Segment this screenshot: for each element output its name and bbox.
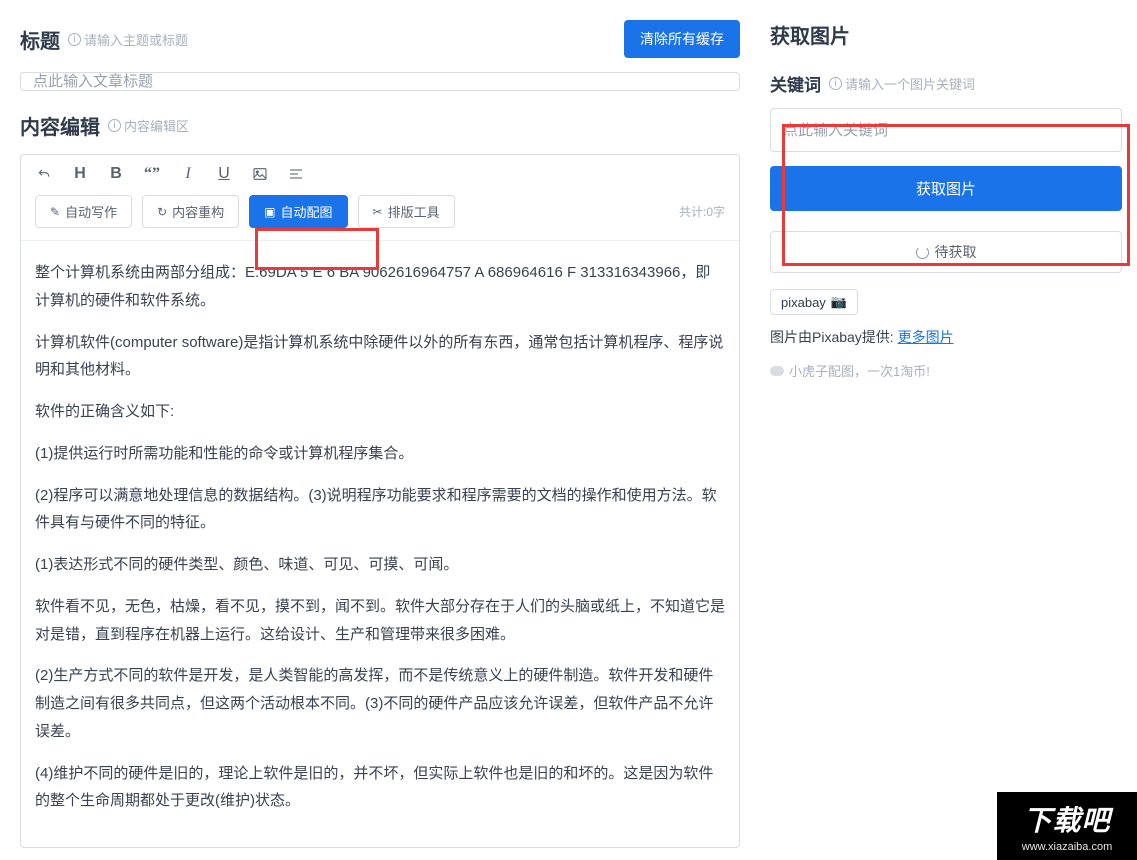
content-paragraph: 整个计算机系统由两部分组成：E.69DA 5 E 6 BA 9062616964… xyxy=(35,259,725,315)
content-paragraph: 计算机软件(computer software)是指计算机系统中除硬件以外的所有… xyxy=(35,329,725,385)
content-paragraph: 软件的正确含义如下: xyxy=(35,398,725,426)
title-hint: i 请输入主题或标题 xyxy=(68,30,188,49)
picture-icon: ▣ xyxy=(264,205,275,219)
restructure-button[interactable]: ↻ 内容重构 xyxy=(142,195,239,228)
pixabay-text: pixabay xyxy=(781,295,826,310)
bold-icon[interactable]: B xyxy=(107,165,125,183)
spinner-icon xyxy=(916,246,929,259)
camera-icon: 📷 xyxy=(831,294,847,310)
auto-write-label: 自动写作 xyxy=(65,202,117,221)
auto-image-button[interactable]: ▣ 自动配图 xyxy=(249,195,347,228)
clear-cache-button[interactable]: 清除所有缓存 xyxy=(624,20,740,58)
editor-label: 内容编辑 xyxy=(20,111,100,140)
action-toolbar: ✎ 自动写作 ↻ 内容重构 ▣ 自动配图 ✂ 排版工具 共计:0字 xyxy=(21,189,739,241)
title-hint-text: 请输入主题或标题 xyxy=(84,30,188,49)
italic-icon[interactable]: I xyxy=(179,165,197,183)
underline-icon[interactable]: U xyxy=(215,165,233,183)
content-paragraph: 软件看不见，无色，枯燥，看不见，摸不到，闻不到。软件大部分存在于人们的头脑或纸上… xyxy=(35,593,725,649)
watermark-text: 下载吧 xyxy=(1023,799,1110,839)
content-paragraph: (1)表达形式不同的硬件类型、颜色、味道、可见、可摸、可闻。 xyxy=(35,551,725,579)
provider-prefix: 图片由Pixabay提供: xyxy=(770,329,898,345)
image-icon[interactable] xyxy=(251,165,269,183)
content-paragraph: (2)程序可以满意地处理信息的数据结构。(3)说明程序功能要求和程序需要的文档的… xyxy=(35,482,725,538)
article-title-input[interactable] xyxy=(20,72,740,91)
keyword-input[interactable] xyxy=(770,108,1122,152)
tip-text: 小虎子配图，一次1淘币! xyxy=(789,361,930,380)
cloud-icon xyxy=(770,366,784,376)
content-paragraph: (4)维护不同的硬件是旧的，理论上软件是旧的，并不坏，但实际上软件也是旧的和坏的… xyxy=(35,760,725,816)
heading-icon[interactable]: H xyxy=(71,165,89,183)
title-label: 标题 xyxy=(20,25,60,54)
editor-hint-text: 内容编辑区 xyxy=(124,116,189,135)
restructure-label: 内容重构 xyxy=(172,202,224,221)
layout-tool-button[interactable]: ✂ 排版工具 xyxy=(358,195,455,228)
get-image-title: 获取图片 xyxy=(770,20,850,49)
info-icon: i xyxy=(68,33,81,46)
get-image-header: 获取图片 xyxy=(770,20,1122,49)
title-section-header: 标题 i 请输入主题或标题 清除所有缓存 xyxy=(20,20,740,58)
watermark: 下载吧 www.xiazaiba.com xyxy=(997,792,1137,860)
layout-tool-label: 排版工具 xyxy=(388,202,440,221)
watermark-url: www.xiazaiba.com xyxy=(1022,841,1112,853)
tool-icon: ✂ xyxy=(373,205,383,219)
pending-label: 待获取 xyxy=(935,242,977,262)
keyword-hint: i 请输入一个图片关键词 xyxy=(829,74,975,93)
undo-icon[interactable] xyxy=(35,165,53,183)
word-count: 共计:0字 xyxy=(679,203,725,220)
content-paragraph: (2)生产方式不同的软件是开发，是人类智能的高发挥，而不是传统意义上的硬件制造。… xyxy=(35,662,725,745)
pencil-icon: ✎ xyxy=(50,205,60,219)
editor-hint: i 内容编辑区 xyxy=(108,116,189,135)
editor-frame: H B “” I U ✎ 自动写作 ↻ 内容重构 ▣ 自动配图 ✂ 排版工具 xyxy=(20,154,740,848)
pixabay-badge: pixabay 📷 xyxy=(770,289,858,315)
info-icon: i xyxy=(108,119,121,132)
content-paragraph: (1)提供运行时所需功能和性能的命令或计算机程序集合。 xyxy=(35,440,725,468)
keyword-header: 关键词 i 请输入一个图片关键词 xyxy=(770,71,1122,96)
more-images-link[interactable]: 更多图片 xyxy=(898,329,954,345)
editor-section-header: 内容编辑 i 内容编辑区 xyxy=(20,111,740,140)
keyword-hint-text: 请输入一个图片关键词 xyxy=(845,74,975,93)
formatting-toolbar: H B “” I U xyxy=(21,155,739,189)
quote-icon[interactable]: “” xyxy=(143,165,161,183)
provider-line: 图片由Pixabay提供: 更多图片 xyxy=(770,327,1122,347)
tip-line: 小虎子配图，一次1淘币! xyxy=(770,361,1122,380)
info-icon: i xyxy=(829,77,842,90)
editor-content[interactable]: 整个计算机系统由两部分组成：E.69DA 5 E 6 BA 9062616964… xyxy=(21,241,739,847)
keyword-label: 关键词 xyxy=(770,71,821,96)
pending-button[interactable]: 待获取 xyxy=(770,231,1122,273)
auto-write-button[interactable]: ✎ 自动写作 xyxy=(35,195,132,228)
refresh-icon: ↻ xyxy=(157,205,167,219)
get-image-button[interactable]: 获取图片 xyxy=(770,166,1122,211)
align-icon[interactable] xyxy=(287,165,305,183)
auto-image-label: 自动配图 xyxy=(281,202,333,221)
